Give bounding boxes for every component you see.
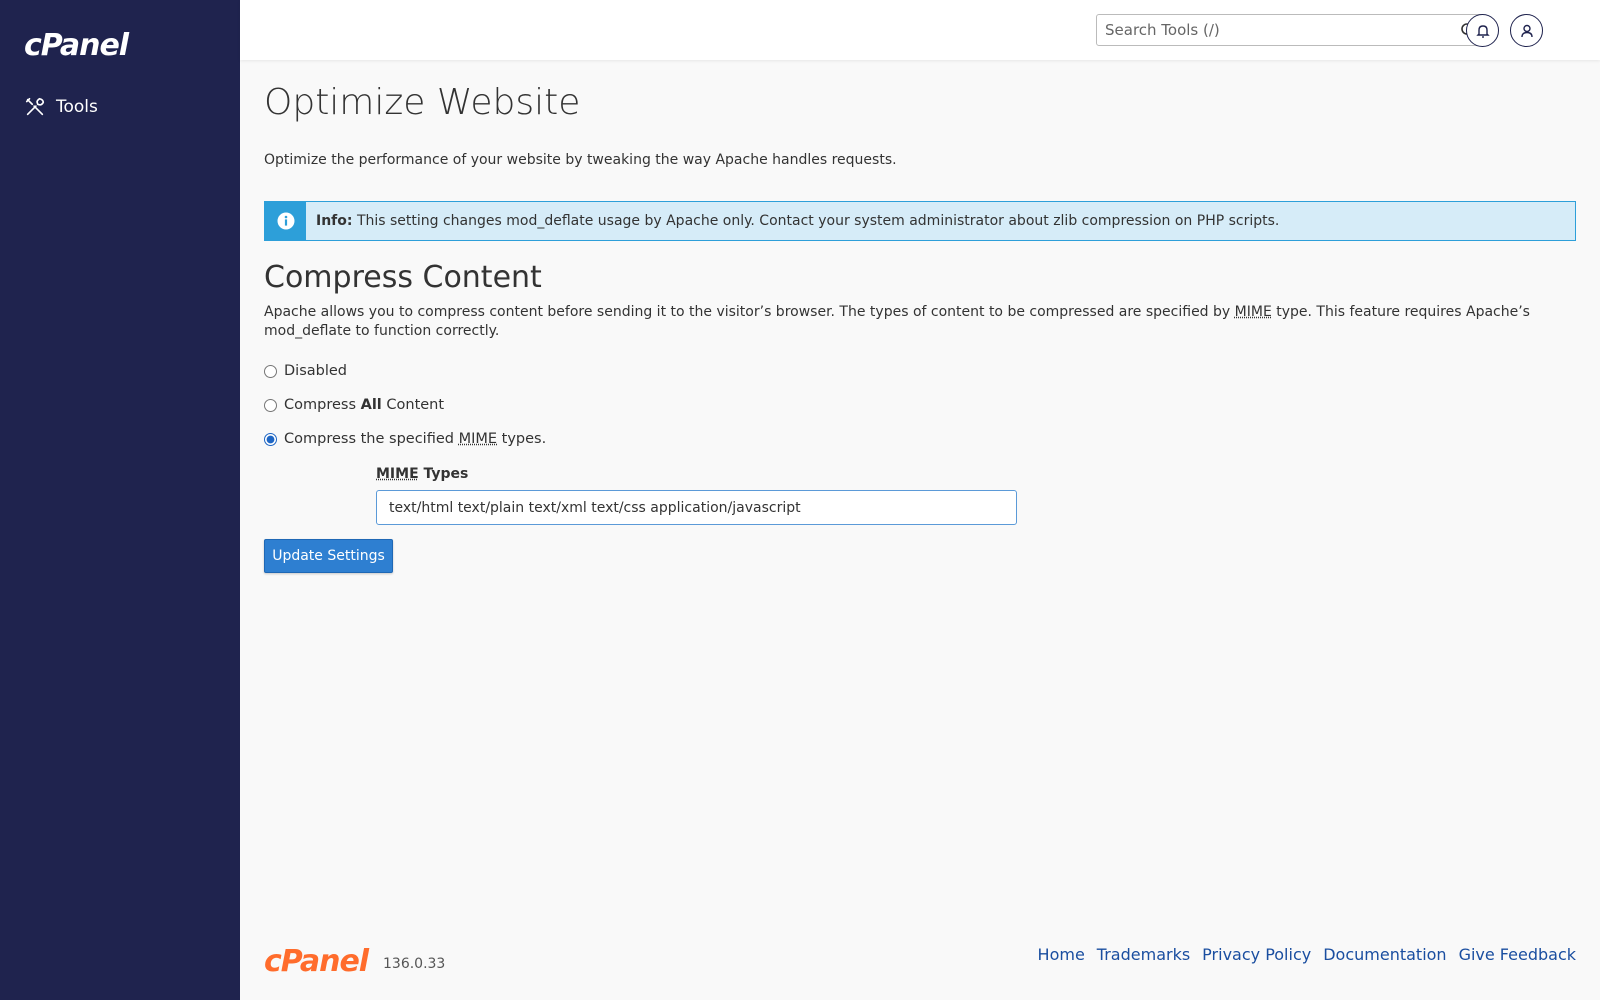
footer-link-home[interactable]: Home xyxy=(1038,945,1085,964)
section-description: Apache allows you to compress content be… xyxy=(264,303,1554,341)
sidebar: cPanel Tools xyxy=(0,0,240,1000)
topbar xyxy=(240,0,1600,60)
info-callout: Info: This setting changes mod_deflate u… xyxy=(264,201,1576,241)
search-input[interactable] xyxy=(1097,15,1453,45)
search-box xyxy=(1096,14,1484,46)
radio-all[interactable] xyxy=(264,398,277,412)
user-menu-button[interactable] xyxy=(1510,14,1543,47)
radio-disabled[interactable] xyxy=(264,364,277,378)
bell-icon xyxy=(1475,24,1490,38)
footer-link-give-feedback[interactable]: Give Feedback xyxy=(1459,945,1576,964)
mime-types-label: MIME Types xyxy=(376,466,468,482)
mime-abbr: MIME xyxy=(1234,304,1272,320)
mime-types-input[interactable] xyxy=(376,490,1017,525)
section-title: Compress Content xyxy=(264,260,542,295)
info-text: Info: This setting changes mod_deflate u… xyxy=(306,213,1279,229)
notifications-button[interactable] xyxy=(1466,14,1499,47)
info-label: Info: xyxy=(316,213,353,229)
footer-cpanel-logo[interactable]: cPanel xyxy=(264,944,369,979)
radio-specified-label: Compress the specified MIME types. xyxy=(284,431,547,447)
footer-link-trademarks[interactable]: Trademarks xyxy=(1097,945,1190,964)
mime-label-abbr: MIME xyxy=(376,466,419,482)
tools-icon xyxy=(25,97,45,116)
info-message: This setting changes mod_deflate usage b… xyxy=(356,213,1280,229)
sidebar-item-tools[interactable]: Tools xyxy=(24,96,98,118)
radio-option-specified[interactable]: Compress the specified MIME types. xyxy=(264,431,546,447)
radio-specified[interactable] xyxy=(264,432,277,446)
radio-option-disabled[interactable]: Disabled xyxy=(264,363,347,379)
info-icon xyxy=(277,212,294,230)
page-description: Optimize the performance of your website… xyxy=(264,152,897,168)
section-desc-text-1: Apache allows you to compress content be… xyxy=(264,304,1235,320)
footer-link-documentation[interactable]: Documentation xyxy=(1323,945,1446,964)
info-icon-container xyxy=(265,202,306,240)
radio-disabled-label: Disabled xyxy=(284,363,347,379)
update-settings-button[interactable]: Update Settings xyxy=(264,539,393,573)
radio-option-all[interactable]: Compress All Content xyxy=(264,397,444,413)
sidebar-item-label: Tools xyxy=(56,97,98,117)
mime-label-suffix: Types xyxy=(418,466,469,482)
cpanel-logo[interactable]: cPanel xyxy=(24,28,129,63)
footer-version: 136.0.33 xyxy=(383,956,446,972)
footer-link-privacy-policy[interactable]: Privacy Policy xyxy=(1202,945,1311,964)
user-icon xyxy=(1520,24,1533,37)
page-title: Optimize Website xyxy=(264,82,581,123)
footer-links: Home Trademarks Privacy Policy Documenta… xyxy=(1038,945,1576,964)
radio-all-label: Compress All Content xyxy=(284,397,445,413)
